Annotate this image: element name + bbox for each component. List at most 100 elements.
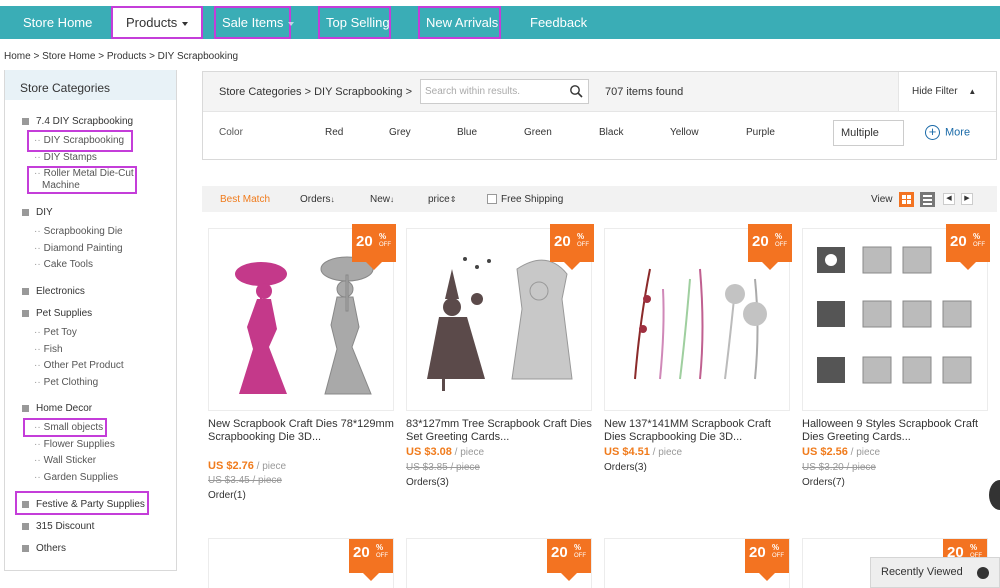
view-label: View <box>871 194 893 205</box>
top-nav: Store Home Products Sale Items Top Selli… <box>0 6 1000 39</box>
color-option-yellow[interactable]: Yellow <box>670 127 699 138</box>
product-price: US $2.76 / piece <box>208 460 286 472</box>
color-option-blue[interactable]: Blue <box>457 127 477 138</box>
nav-products-label: Products <box>126 15 178 30</box>
highlight-box <box>27 130 133 152</box>
product-card[interactable]: 20 % OFF <box>604 538 790 588</box>
category-label: Home Decor <box>36 403 93 414</box>
recently-viewed-button[interactable]: Recently Viewed <box>870 557 1000 588</box>
collapse-icon <box>22 404 29 412</box>
color-filter-row: Color Red Grey Blue Green Black Yellow P… <box>203 112 996 160</box>
order-count: Orders(3) <box>604 462 647 473</box>
nav-products[interactable]: Products <box>111 6 203 39</box>
category-label: 7.4 DIY Scrapbooking <box>36 116 134 127</box>
sort-new[interactable]: New↓ <box>370 194 394 205</box>
product-card[interactable]: 20 % OFF New 137*141MM Scrapbook Craft D… <box>604 224 792 518</box>
product-title[interactable]: Halloween 9 Styles Scrapbook Craft Dies … <box>802 418 988 444</box>
original-price: US $3.45 / piece <box>208 475 282 486</box>
subcategory-label: Diamond Painting <box>43 243 123 254</box>
sort-bar: Best Match Orders↓ New↓ price⇕ Free Ship… <box>202 186 997 212</box>
category-item[interactable]: 315 Discount <box>22 521 94 532</box>
subcategory-item[interactable]: ·· Cake Tools <box>34 259 93 270</box>
discount-off: OFF <box>376 553 388 559</box>
price-value: US $2.56 <box>802 446 848 458</box>
highlight-box <box>15 491 149 515</box>
price-unit: / piece <box>253 461 287 472</box>
next-page-icon[interactable]: ▶ <box>961 193 973 205</box>
category-item[interactable]: Pet Supplies <box>22 308 92 319</box>
nav-top-selling[interactable]: Top Selling <box>318 6 391 39</box>
nav-store-home[interactable]: Store Home <box>23 6 92 39</box>
discount-percent: % <box>376 543 384 552</box>
subcategory-item[interactable]: ·· Pet Clothing <box>34 377 98 388</box>
sort-best-match[interactable]: Best Match <box>220 194 270 205</box>
product-title[interactable]: 83*127mm Tree Scrapbook Craft Dies Set G… <box>406 418 592 444</box>
scroll-handle[interactable] <box>989 480 1000 510</box>
list-view-icon[interactable] <box>920 192 935 207</box>
hide-filter-button[interactable]: Hide Filter ▲ <box>898 72 996 111</box>
product-title[interactable]: New 137*141MM Scrapbook Craft Dies Scrap… <box>604 418 790 444</box>
sort-orders[interactable]: Orders↓ <box>300 194 335 205</box>
recently-viewed-label: Recently Viewed <box>881 566 963 578</box>
discount-percent: % <box>574 543 582 552</box>
subcategory-item[interactable]: ·· Diamond Painting <box>34 243 123 254</box>
multiple-select-button[interactable]: Multiple <box>833 120 904 146</box>
category-item[interactable]: 7.4 DIY Scrapbooking <box>22 116 133 127</box>
product-title[interactable]: New Scrapbook Craft Dies 78*129mm Scrapb… <box>208 418 394 444</box>
search-placeholder: Search within results. <box>425 86 521 97</box>
product-card[interactable]: 20 % OFF Halloween 9 Styles Scrapbook Cr… <box>802 224 990 518</box>
product-card[interactable]: 20 % OFF <box>406 538 592 588</box>
color-option-red[interactable]: Red <box>325 127 343 138</box>
grid-view-icon[interactable] <box>899 192 914 207</box>
subcategory-label: Garden Supplies <box>43 472 119 483</box>
subcategory-item[interactable]: ·· DIY Stamps <box>34 152 97 163</box>
product-card[interactable]: 20 % OFF <box>208 538 394 588</box>
category-item[interactable]: Home Decor <box>22 403 92 414</box>
highlight-box <box>27 166 137 194</box>
free-shipping-checkbox[interactable]: Free Shipping <box>487 194 563 205</box>
color-option-grey[interactable]: Grey <box>389 127 411 138</box>
color-option-green[interactable]: Green <box>524 127 552 138</box>
collapse-icon <box>22 208 29 216</box>
subcategory-item[interactable]: ·· Fish <box>34 344 63 355</box>
breadcrumb[interactable]: Home > Store Home > Products > DIY Scrap… <box>4 51 238 62</box>
arrow-down-icon: ↓ <box>390 195 395 204</box>
subcategory-label: DIY Stamps <box>43 152 97 163</box>
subcategory-item[interactable]: ·· Flower Supplies <box>34 439 115 450</box>
discount-badge: 20 % OFF <box>352 224 396 270</box>
collapse-icon <box>22 309 29 317</box>
sort-price[interactable]: price⇕ <box>428 194 456 205</box>
discount-off: OFF <box>775 242 787 248</box>
discount-value: 20 <box>551 544 568 561</box>
color-option-purple[interactable]: Purple <box>746 127 775 138</box>
nav-new-arrivals[interactable]: New Arrivals <box>418 6 501 39</box>
color-option-black[interactable]: Black <box>599 127 623 138</box>
search-icon[interactable] <box>569 84 583 98</box>
subcategory-item[interactable]: ·· Pet Toy <box>34 327 77 338</box>
discount-off: OFF <box>574 553 586 559</box>
discount-off: OFF <box>973 242 985 248</box>
category-item[interactable]: Electronics <box>22 286 85 297</box>
subcategory-item[interactable]: ·· Wall Sticker <box>34 455 96 466</box>
more-button[interactable]: + More <box>925 125 970 140</box>
category-item[interactable]: DIY <box>22 207 53 218</box>
subcategory-item[interactable]: ·· Scrapbooking Die <box>34 226 123 237</box>
product-card[interactable]: 20 % OFF 83*127mm Tree Scrapbook Craft D… <box>406 224 594 518</box>
discount-value: 20 <box>353 544 370 561</box>
product-card[interactable]: 20 % OFF New Scrapbook Craft Dies 78*129… <box>208 224 396 518</box>
subcategory-item[interactable]: ·· Other Pet Product <box>34 360 124 371</box>
prev-page-icon[interactable]: ◀ <box>943 193 955 205</box>
search-input[interactable]: Search within results. <box>420 79 589 104</box>
nav-sale-items[interactable]: Sale Items <box>214 6 295 39</box>
discount-badge: 20 % OFF <box>547 539 591 581</box>
category-item[interactable]: Others <box>22 543 66 554</box>
chevron-down-icon <box>288 21 295 26</box>
chevron-down-icon <box>182 21 189 26</box>
nav-feedback[interactable]: Feedback <box>530 6 587 39</box>
discount-off: OFF <box>379 242 391 248</box>
filter-header: Store Categories > DIY Scrapbooking > Se… <box>203 72 996 112</box>
subcategory-item[interactable]: ·· Garden Supplies <box>34 472 118 483</box>
nav-sale-items-label: Sale Items <box>222 15 284 30</box>
free-shipping-label: Free Shipping <box>501 194 564 205</box>
category-label: 315 Discount <box>36 521 95 532</box>
